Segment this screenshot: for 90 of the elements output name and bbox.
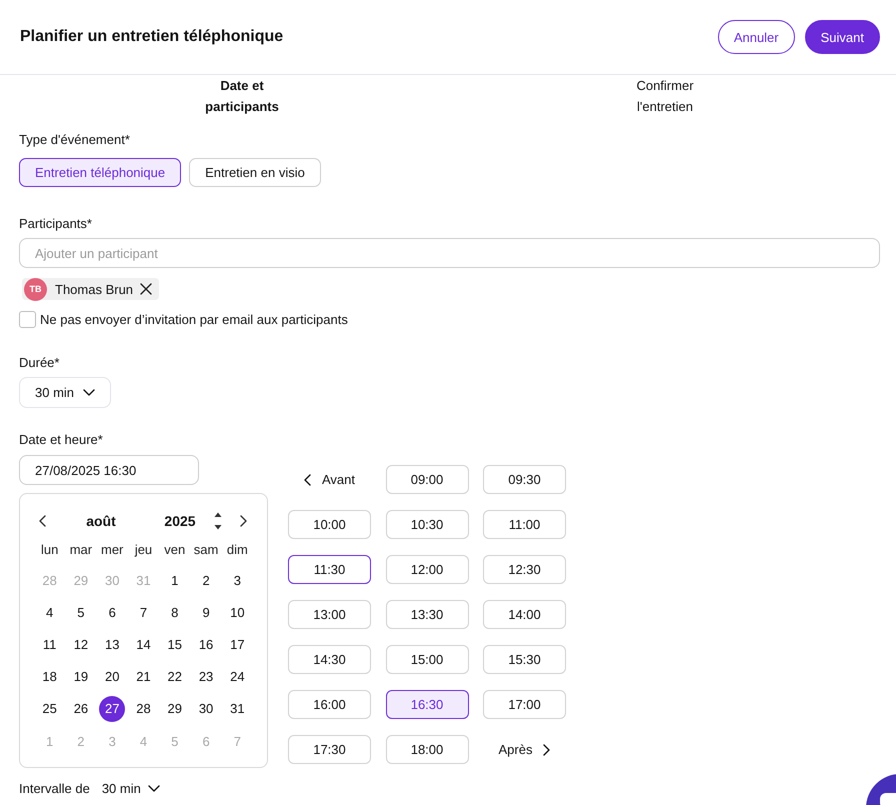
interval-dropdown[interactable]: 30 min [102, 780, 160, 796]
chevron-down-icon [148, 784, 160, 792]
calendar-day[interactable]: 27 [99, 696, 126, 722]
calendar-day[interactable]: 3 [224, 567, 250, 594]
avatar: TB [24, 278, 47, 300]
up-down-arrows-icon[interactable] [214, 512, 222, 530]
calendar-day[interactable]: 9 [193, 599, 220, 626]
calendar-day[interactable]: 5 [68, 599, 94, 626]
time-slot[interactable]: 17:30 [288, 735, 371, 764]
weekday-label: jeu [134, 542, 154, 556]
checkbox[interactable] [19, 311, 36, 328]
time-slot[interactable]: 14:30 [288, 645, 371, 674]
calendar-day[interactable]: 12 [68, 631, 94, 658]
participant-search-field[interactable]: Ajouter un participant [19, 238, 880, 268]
calendar-day[interactable]: 31 [224, 696, 250, 722]
floating-action-button[interactable] [866, 773, 896, 805]
calendar-day[interactable]: 7 [130, 599, 156, 626]
duration-dropdown[interactable]: 30 min [19, 377, 112, 408]
step-label: Date et participants [204, 77, 280, 116]
calendar-day[interactable]: 21 [130, 664, 156, 690]
event-type-tab[interactable]: Entretien téléphonique [19, 158, 182, 187]
weekday-label: lun [40, 542, 60, 556]
time-slot[interactable]: 12:30 [483, 555, 566, 584]
calendar-day[interactable]: 4 [36, 599, 63, 626]
event-type-tab[interactable]: Entretien en visio [189, 158, 321, 187]
calendar-day[interactable]: 14 [130, 631, 156, 658]
calendar-day[interactable]: 6 [99, 599, 126, 626]
calendar-day[interactable]: 16 [193, 631, 220, 658]
calendar-day[interactable]: 25 [36, 696, 63, 722]
calendar-day[interactable]: 19 [68, 664, 94, 690]
time-slot[interactable]: 15:30 [483, 645, 566, 674]
time-slot[interactable]: 15:00 [386, 645, 468, 674]
weekday-label: ven [163, 542, 186, 556]
month-label: août [86, 513, 116, 529]
calendar-day[interactable]: 15 [162, 631, 188, 658]
calendar-day[interactable]: 2 [193, 567, 220, 594]
calendar-day[interactable]: 20 [99, 664, 126, 690]
field-label: Type d'événement* [19, 131, 131, 149]
time-slot[interactable]: 18:00 [386, 735, 468, 764]
interval-label: Intervalle de [19, 780, 90, 796]
field-label: Participants* [19, 215, 93, 233]
time-slot[interactable]: 14:00 [483, 600, 566, 629]
time-slot[interactable]: 11:00 [483, 510, 566, 539]
time-slot[interactable]: 16:00 [288, 690, 371, 719]
time-slot[interactable]: 11:30 [288, 555, 371, 584]
time-slot[interactable]: 09:00 [386, 465, 468, 494]
time-slot[interactable]: 13:30 [386, 600, 468, 629]
calendar-day[interactable]: 29 [162, 696, 188, 722]
checkbox-label: Ne pas envoyer d’invitation par email aux participants [40, 312, 348, 327]
time-slot[interactable]: 17:00 [483, 690, 566, 719]
calendar-day[interactable]: 23 [193, 664, 220, 690]
field-label: Durée* [19, 354, 60, 372]
field-label: Date et heure* [19, 431, 104, 449]
weekday-label: mar [68, 542, 94, 556]
weekday-label: sam [192, 542, 220, 556]
weekday-label: mer [100, 542, 124, 556]
calendar-day[interactable]: 8 [162, 599, 188, 626]
chevron-right-icon[interactable] [240, 515, 247, 527]
close-icon[interactable] [140, 283, 152, 295]
year-label: 2025 [164, 513, 196, 529]
calendar-day[interactable]: 26 [68, 696, 94, 722]
calendar-day[interactable]: 30 [193, 696, 220, 722]
next-button[interactable]: Suivant [804, 20, 880, 54]
next-times-button[interactable]: Après [498, 742, 550, 757]
chevron-right-icon [543, 744, 550, 756]
chevron-left-icon[interactable] [38, 515, 46, 527]
calendar-day[interactable]: 18 [36, 664, 63, 690]
previous-times-button[interactable]: Avant [304, 472, 355, 487]
calendar-day[interactable]: 22 [162, 664, 188, 690]
calendar-day[interactable]: 17 [224, 631, 250, 658]
page-title: Planifier un entretien téléphonique [20, 28, 284, 46]
calendar-day[interactable]: 13 [99, 631, 126, 658]
time-slot[interactable]: 09:30 [483, 465, 566, 494]
step-label: Confirmer l'entretien [635, 77, 695, 116]
time-slot[interactable]: 12:00 [386, 555, 468, 584]
calendar-day[interactable]: 24 [224, 664, 250, 690]
date-time-field[interactable]: 27/08/2025 16:30 [19, 455, 199, 485]
chevron-left-icon [304, 474, 311, 486]
time-slot[interactable]: 13:00 [288, 600, 371, 629]
chevron-down-icon [83, 389, 96, 396]
time-slot[interactable]: 16:30 [386, 690, 468, 719]
weekday-label: dim [226, 542, 249, 556]
time-slot[interactable]: 10:00 [288, 510, 371, 539]
calendar-day[interactable]: 1 [162, 567, 188, 594]
calendar-day[interactable]: 11 [36, 631, 63, 658]
time-slot[interactable]: 10:30 [386, 510, 468, 539]
participant-name: Thomas Brun [55, 282, 134, 296]
calendar-day[interactable]: 10 [224, 599, 250, 626]
cancel-button[interactable]: Annuler [718, 20, 795, 54]
calendar-day[interactable]: 28 [130, 696, 156, 722]
